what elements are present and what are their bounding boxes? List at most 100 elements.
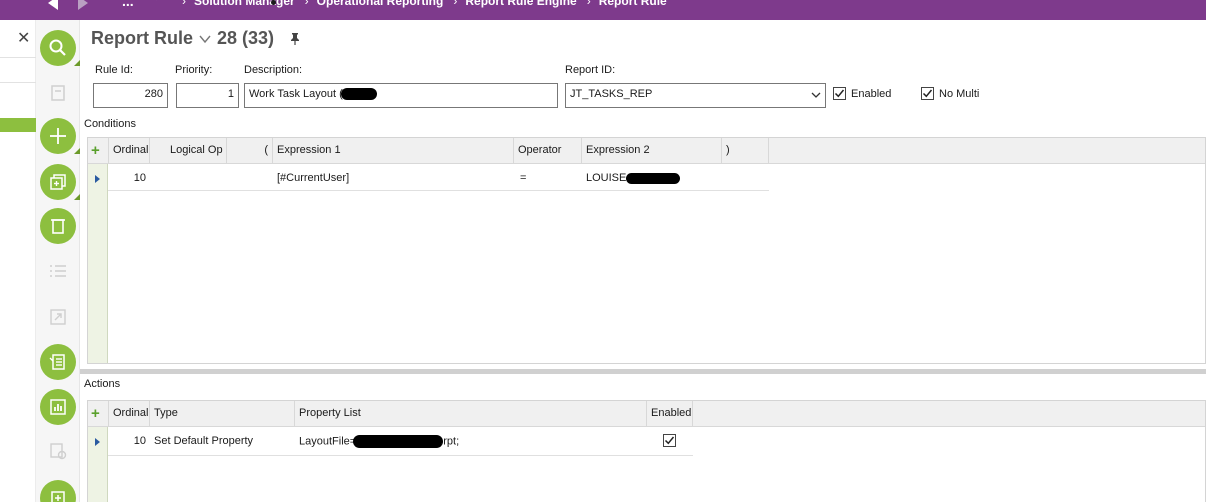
- row-gutter: [88, 164, 108, 363]
- report-button[interactable]: [47, 440, 69, 462]
- breadcrumb-item-report-rule: Report Rule: [598, 0, 667, 8]
- rule-id-field[interactable]: 280: [93, 83, 168, 108]
- cell-property-list[interactable]: LayoutFile= .rpt;: [295, 429, 647, 453]
- page-title: Report Rule: [91, 28, 194, 48]
- actions-section-label: Actions: [84, 378, 121, 390]
- check-icon: [834, 89, 845, 98]
- description-field[interactable]: Work Task Layout (: [244, 83, 558, 108]
- cell-ordinal[interactable]: 10: [108, 429, 150, 453]
- duplicate-button[interactable]: [40, 164, 80, 200]
- redaction-mark: [340, 88, 377, 101]
- search-button[interactable]: [40, 30, 80, 66]
- add-row-icon[interactable]: +: [91, 143, 100, 158]
- cell-close-paren[interactable]: [722, 166, 769, 190]
- top-navigation-bar: ... ▼ › Solution Manager › Operational R…: [0, 0, 1206, 20]
- form-view-button[interactable]: [47, 82, 69, 104]
- add-related-button[interactable]: [40, 480, 76, 502]
- check-icon: [664, 436, 675, 445]
- back-arrow-icon[interactable]: [48, 0, 58, 10]
- current-row-icon: [95, 175, 100, 183]
- action-enabled-checkbox[interactable]: [663, 434, 676, 447]
- cell-expression1[interactable]: [#CurrentUser]: [273, 166, 514, 190]
- open-button[interactable]: [47, 306, 69, 328]
- enabled-checkbox[interactable]: [833, 87, 846, 100]
- left-panel: [0, 20, 36, 502]
- column-header-close-paren[interactable]: ): [722, 138, 769, 164]
- details-button[interactable]: [40, 344, 76, 380]
- breadcrumb-item-report-rule-engine[interactable]: Report Rule Engine: [465, 0, 576, 8]
- conditions-grid: + Ordinal Logical Op ( Expression 1 Oper…: [87, 137, 1206, 364]
- page-header: Report Rule 28 (33): [91, 28, 302, 49]
- details-icon: [49, 354, 65, 370]
- description-label: Description:: [244, 64, 303, 76]
- delete-button[interactable]: [40, 208, 76, 244]
- conditions-grid-header: + Ordinal Logical Op ( Expression 1 Oper…: [88, 138, 1205, 164]
- report-id-select[interactable]: JT_TASKS_REP: [565, 83, 826, 108]
- report-icon: [50, 443, 67, 460]
- duplicate-icon: [50, 174, 66, 190]
- report-id-value: JT_TASKS_REP: [570, 88, 653, 100]
- cell-expression2[interactable]: LOUISE: [582, 166, 722, 190]
- delete-icon: [51, 219, 65, 234]
- column-header-type[interactable]: Type: [150, 401, 295, 427]
- property-prefix: LayoutFile=: [299, 435, 357, 448]
- add-row-icon[interactable]: +: [91, 406, 100, 421]
- add-icon: [50, 128, 66, 144]
- column-header-expression1[interactable]: Expression 1: [273, 138, 514, 164]
- cursor-dot: [271, 0, 276, 5]
- column-header-operator[interactable]: Operator: [514, 138, 582, 164]
- list-view-button[interactable]: [47, 260, 69, 282]
- breadcrumb-item-solution-manager[interactable]: Solution Manager: [194, 0, 295, 8]
- chevron-down-icon[interactable]: ▼: [152, 0, 162, 3]
- toolbar: [36, 20, 80, 502]
- column-header-open-paren[interactable]: (: [227, 138, 273, 164]
- cell-type[interactable]: Set Default Property: [150, 429, 295, 453]
- analytics-icon: [50, 399, 66, 415]
- cell-ordinal[interactable]: 10: [108, 166, 150, 190]
- no-multi-label: No Multi: [939, 88, 980, 100]
- more-breadcrumbs-icon[interactable]: ...: [122, 0, 134, 9]
- breadcrumb: › Solution Manager › Operational Reporti…: [172, 0, 667, 8]
- app-window: ... ▼ › Solution Manager › Operational R…: [0, 0, 1206, 502]
- breadcrumb-item-operational-reporting[interactable]: Operational Reporting: [317, 0, 444, 8]
- expression2-value: LOUISE: [586, 172, 627, 184]
- column-header-expression2[interactable]: Expression 2: [582, 138, 722, 164]
- priority-field[interactable]: 1: [176, 83, 239, 108]
- cell-operator[interactable]: =: [514, 166, 582, 190]
- chevron-down-icon[interactable]: [811, 90, 821, 100]
- search-icon: [49, 39, 66, 56]
- add-related-icon: [51, 491, 65, 502]
- pane-splitter[interactable]: [80, 369, 1206, 374]
- enabled-label: Enabled: [851, 88, 892, 100]
- close-icon[interactable]: ✕: [17, 28, 30, 48]
- redaction-mark: [626, 172, 681, 184]
- rule-id-label: Rule Id:: [95, 64, 133, 76]
- column-header-ordinal[interactable]: Ordinal: [108, 401, 150, 427]
- column-header-property-list[interactable]: Property List: [295, 401, 647, 427]
- analytics-button[interactable]: [40, 389, 76, 425]
- record-counter: 28 (33): [217, 28, 275, 48]
- property-suffix: .rpt;: [440, 435, 460, 448]
- check-icon: [922, 89, 933, 98]
- cell-logical-op[interactable]: [150, 166, 227, 190]
- description-value: Work Task Layout (: [249, 88, 343, 100]
- cell-open-paren[interactable]: [227, 166, 273, 190]
- column-header-logical-op[interactable]: Logical Op: [150, 138, 227, 164]
- forward-arrow-icon[interactable]: [78, 0, 88, 10]
- active-tab-indicator[interactable]: [0, 118, 36, 132]
- column-header-ordinal[interactable]: Ordinal: [108, 138, 150, 164]
- list-icon: [50, 265, 66, 277]
- no-multi-checkbox[interactable]: [921, 87, 934, 100]
- conditions-section-label: Conditions: [84, 118, 136, 130]
- column-header-enabled[interactable]: Enabled: [647, 401, 693, 427]
- pin-icon[interactable]: [288, 32, 302, 46]
- add-button[interactable]: [40, 118, 80, 154]
- open-icon: [50, 309, 66, 325]
- report-id-label: Report ID:: [565, 64, 616, 76]
- actions-grid-header: + Ordinal Type Property List Enabled: [88, 401, 1205, 427]
- priority-label: Priority:: [175, 64, 213, 76]
- actions-grid: + Ordinal Type Property List Enabled 10 …: [87, 400, 1206, 502]
- chevron-down-icon[interactable]: [199, 33, 211, 45]
- form-icon: [51, 85, 65, 101]
- current-row-icon: [95, 438, 100, 446]
